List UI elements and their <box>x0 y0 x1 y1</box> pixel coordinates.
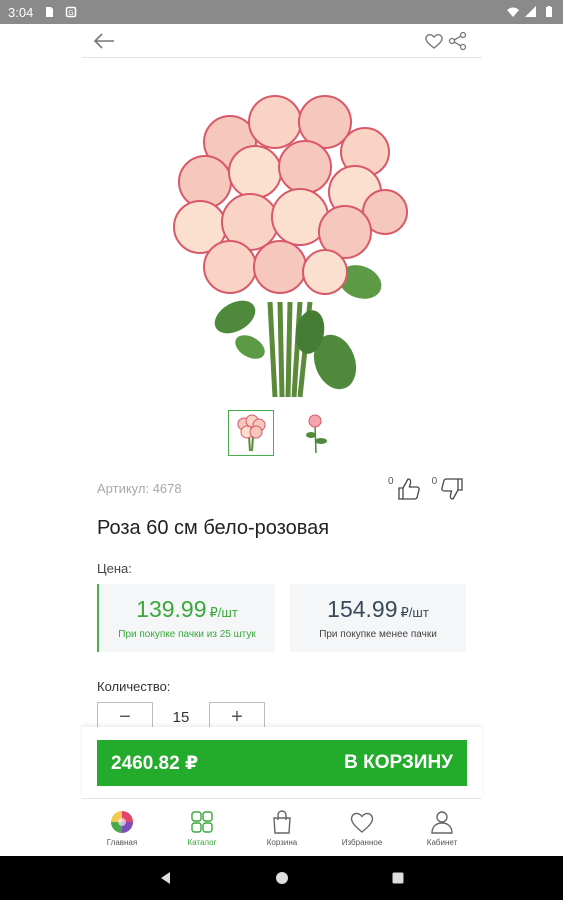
quantity-label: Количество: <box>97 679 171 694</box>
bulk-price-note: При покупке пачки из 25 штук <box>118 629 256 640</box>
nav-label-account: Кабинет <box>426 837 458 847</box>
nav-item-cart[interactable]: Корзина <box>247 809 317 847</box>
system-navigation-bar <box>0 856 563 900</box>
recents-square-icon[interactable] <box>390 870 406 886</box>
user-icon <box>431 810 453 834</box>
thumbnail-single-rose[interactable] <box>294 410 340 456</box>
single-price: 154.99 ₽/шт <box>290 596 466 623</box>
bulk-price: 139.99 ₽/шт <box>99 596 275 623</box>
cart-icon <box>273 809 291 834</box>
svg-text:G: G <box>69 9 74 17</box>
favorite-heart-icon[interactable] <box>424 31 444 51</box>
catalog-icon <box>191 810 213 833</box>
add-to-cart-button[interactable]: 2460.82 ₽ В КОРЗИНУ <box>97 740 467 786</box>
price-option-bulk[interactable]: 139.99 ₽/шт При покупке пачки из 25 штук <box>97 584 275 652</box>
price-option-single[interactable]: 154.99 ₽/шт При покупке менее пачки <box>290 584 466 652</box>
home-circle-icon[interactable] <box>274 870 290 886</box>
thumbnail-bouquet-image <box>237 414 266 452</box>
single-price-note: При покупке менее пачки <box>319 629 437 640</box>
bottom-navigation: Главная Каталог Корзина Избранное Кабине… <box>82 798 482 856</box>
status-time: 3:04 <box>8 4 34 20</box>
price-label: Цена: <box>97 561 132 576</box>
thumbnail-bouquet[interactable] <box>228 410 274 456</box>
thumbs-up-icon <box>397 478 420 500</box>
nav-item-catalog[interactable]: Каталог <box>167 809 237 847</box>
nav-label-home: Главная <box>106 837 138 847</box>
status-bar: 3:04 G <box>0 0 563 24</box>
wifi-icon <box>507 7 519 17</box>
sd-card-icon <box>46 7 54 17</box>
product-sku: Артикул: 4678 <box>97 481 182 496</box>
nav-label-cart: Корзина <box>266 837 298 847</box>
signal-icon <box>525 6 536 17</box>
image-thumbnails <box>228 410 340 456</box>
product-title: Роза 60 см бело-розовая <box>97 517 330 539</box>
share-icon[interactable] <box>448 31 468 51</box>
top-bar <box>82 24 482 58</box>
like-count: 0 <box>388 476 394 487</box>
nav-label-favorites: Избранное <box>341 837 383 847</box>
notification-icon: G <box>66 6 77 18</box>
thumbnail-single-rose-image <box>306 414 327 453</box>
dislike-button[interactable]: 0 <box>432 476 466 502</box>
add-to-cart-label: В КОРЗИНУ <box>344 752 453 773</box>
rating-votes: 0 0 <box>388 476 465 502</box>
nav-label-catalog: Каталог <box>187 837 217 847</box>
dislike-count: 0 <box>431 476 438 487</box>
cart-bar: 2460.82 ₽ В КОРЗИНУ <box>82 727 482 797</box>
product-main-image[interactable] <box>160 92 430 402</box>
single-price-value: 154.99 <box>327 596 398 622</box>
battery-icon <box>546 6 552 17</box>
back-arrow-icon[interactable] <box>92 30 116 52</box>
bulk-price-unit: ₽/шт <box>209 605 238 620</box>
single-price-unit: ₽/шт <box>400 605 429 620</box>
back-triangle-icon[interactable] <box>158 870 174 886</box>
nav-item-home[interactable]: Главная <box>87 809 157 847</box>
nav-item-account[interactable]: Кабинет <box>407 809 477 847</box>
home-icon <box>111 810 133 833</box>
nav-item-favorites[interactable]: Избранное <box>327 809 397 847</box>
cart-total: 2460.82 ₽ <box>111 752 199 774</box>
thumbs-down-icon <box>441 478 463 500</box>
heart-icon <box>350 812 374 833</box>
bulk-price-value: 139.99 <box>136 596 207 622</box>
like-button[interactable]: 0 <box>388 476 422 502</box>
